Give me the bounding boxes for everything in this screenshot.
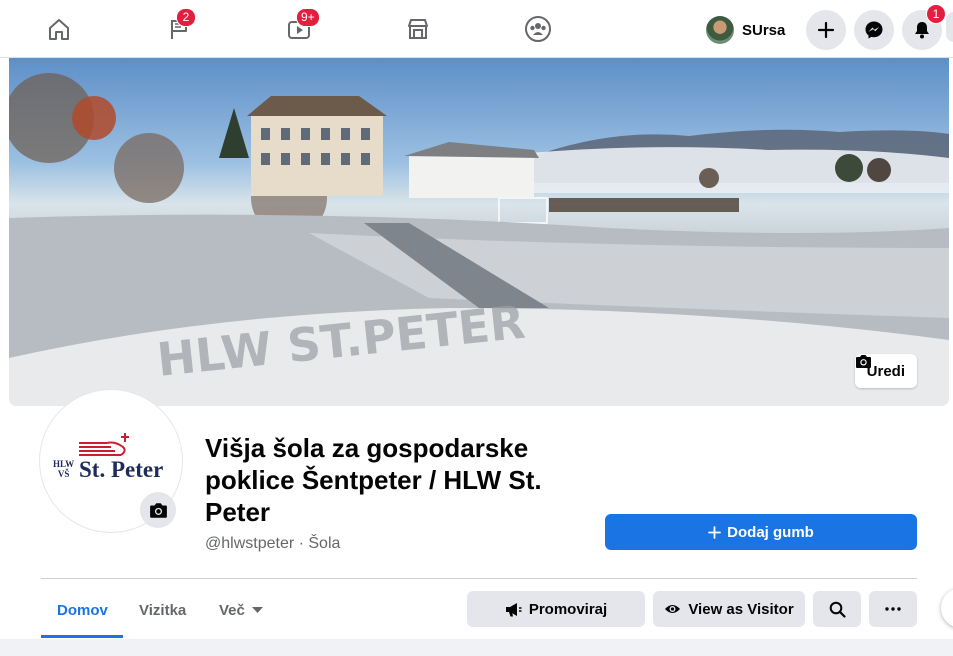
nav-tab-home[interactable] <box>42 12 76 46</box>
page-background-strip <box>0 639 953 656</box>
profile-name: SUrsa <box>742 21 786 39</box>
home-icon <box>49 19 69 40</box>
nav-tab-pages[interactable]: 2 <box>162 8 196 46</box>
edit-cover-button[interactable]: Uredi <box>854 354 917 388</box>
profile-chip[interactable]: SUrsa <box>706 13 785 47</box>
floating-action-button[interactable] <box>941 588 953 628</box>
messenger-icon <box>865 21 883 39</box>
plus-icon <box>817 21 835 39</box>
nav-tab-watch[interactable]: 9+ <box>282 8 320 46</box>
messenger-button[interactable] <box>854 10 894 50</box>
camera-icon <box>149 502 167 518</box>
school-logo: HLW VŠ St. Peter <box>49 431 173 491</box>
update-profile-picture-button[interactable] <box>140 492 176 528</box>
more-options-button[interactable] <box>869 591 917 627</box>
tab-home[interactable]: Domov <box>57 592 108 628</box>
caret-down-icon <box>251 607 263 613</box>
notifications-badge: 1 <box>926 4 946 24</box>
add-button-button[interactable]: Dodaj gumb <box>605 514 917 550</box>
nav-tab-groups[interactable] <box>521 12 555 46</box>
cover-photo: HLW ST.PETER Uredi <box>9 58 949 406</box>
nav-tab-marketplace[interactable] <box>401 12 435 46</box>
logo-main-text: St. Peter <box>79 457 164 482</box>
edit-cover-label: Uredi <box>866 362 905 380</box>
eye-icon <box>665 605 681 613</box>
divider <box>41 578 917 579</box>
promote-label: Promoviraj <box>528 600 608 618</box>
avatar <box>706 16 734 44</box>
bell-icon <box>915 22 929 39</box>
page-subtitle: @hlwstpeter · Šola <box>205 535 341 552</box>
more-dots-icon <box>885 607 901 611</box>
logo-small-top: HLW <box>53 459 75 469</box>
search-button[interactable] <box>813 591 861 627</box>
logo-small-text: HLW VŠ <box>53 459 74 479</box>
tab-about[interactable]: Vizitka <box>139 592 186 628</box>
camera-icon <box>855 355 871 368</box>
menu-edge-button[interactable] <box>946 12 953 42</box>
search-icon <box>829 601 846 618</box>
view-as-visitor-button[interactable]: View as Visitor <box>653 591 805 627</box>
marketplace-icon <box>408 19 428 39</box>
view-as-visitor-label: View as Visitor <box>688 600 794 618</box>
page-title: Višja šola za gospodarske poklice Šentpe… <box>205 433 542 527</box>
cover-scene: HLW ST.PETER <box>9 73 949 406</box>
groups-icon <box>525 16 551 42</box>
notifications-button[interactable]: 1 <box>902 4 946 50</box>
tab-more-label: Več <box>219 601 245 619</box>
logo-emblem-icon <box>79 433 129 456</box>
logo-small-bottom: VŠ <box>57 469 70 479</box>
watch-badge: 9+ <box>296 8 320 27</box>
tab-more[interactable]: Več <box>219 592 263 628</box>
megaphone-icon <box>505 602 522 616</box>
add-button-label: Dodaj gumb <box>727 523 814 541</box>
plus-icon <box>708 525 722 539</box>
top-navigation-bar: 2 9+ SUrsa 1 <box>0 0 953 58</box>
tab-home-underline <box>41 635 123 638</box>
create-button[interactable] <box>806 10 846 50</box>
pages-badge: 2 <box>176 8 196 27</box>
promote-button[interactable]: Promoviraj <box>467 591 645 627</box>
